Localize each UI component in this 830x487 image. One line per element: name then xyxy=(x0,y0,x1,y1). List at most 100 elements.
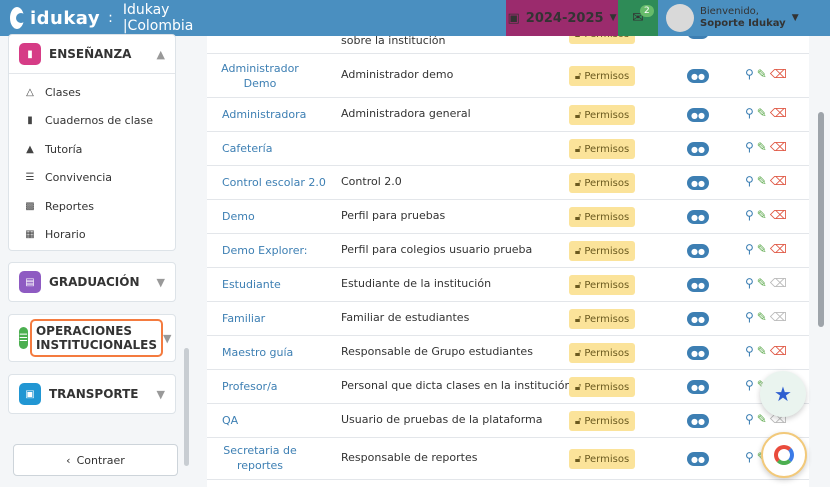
users-icon[interactable] xyxy=(687,36,709,39)
profile-description: Responsable de reportes xyxy=(341,451,478,464)
trash-icon[interactable]: ⌫ xyxy=(770,276,787,290)
pencil-icon[interactable]: ✎ xyxy=(757,276,767,290)
sidebar-item-convivencia[interactable]: ☰ Convivencia xyxy=(9,164,175,193)
section-ensenanza-header[interactable]: ▮ ENSEÑANZA ▲ xyxy=(9,35,175,73)
sidebar-item-cuadernos[interactable]: ▮ Cuadernos de clase xyxy=(9,107,175,136)
permisos-button[interactable]: 🔓︎Permisos xyxy=(569,36,635,44)
trash-icon[interactable]: ⌫ xyxy=(770,242,787,256)
permisos-button[interactable]: 🔓︎Permisos xyxy=(569,207,635,227)
users-icon[interactable]: ●● xyxy=(687,210,709,224)
section-graduacion-header[interactable]: ▤ GRADUACIÓN ▼ xyxy=(9,263,175,301)
profile-name[interactable]: Administradora xyxy=(222,107,306,122)
logo[interactable]: idukay : Idukay |Colombia xyxy=(0,2,200,34)
users-icon[interactable]: ●● xyxy=(687,278,709,292)
pencil-icon[interactable]: ✎ xyxy=(757,310,767,324)
permisos-button[interactable]: 🔓︎Permisos xyxy=(569,105,635,125)
permisos-label: Permisos xyxy=(584,453,630,465)
mail-button[interactable]: ✉ 2 xyxy=(618,0,658,36)
users-icon[interactable]: ●● xyxy=(687,452,709,466)
trash-icon[interactable]: ⌫ xyxy=(770,106,787,120)
permisos-button[interactable]: 🔓︎Permisos xyxy=(569,275,635,295)
pencil-icon[interactable]: ✎ xyxy=(757,67,767,81)
search-plus-icon[interactable]: ⚲ xyxy=(745,378,754,392)
section-ensenanza-label: ENSEÑANZA xyxy=(49,47,132,61)
users-icon[interactable]: ●● xyxy=(687,346,709,360)
pencil-icon[interactable]: ✎ xyxy=(757,412,767,426)
profile-name[interactable]: Maestro guía xyxy=(222,345,293,360)
permisos-label: Permisos xyxy=(584,211,630,223)
sidebar-scrollbar[interactable] xyxy=(184,348,189,466)
profile-name[interactable]: Estudiante xyxy=(222,277,281,292)
users-icon[interactable]: ●● xyxy=(687,244,709,258)
pencil-icon[interactable]: ✎ xyxy=(757,174,767,188)
permisos-button[interactable]: 🔓︎Permisos xyxy=(569,309,635,329)
section-transporte[interactable]: ▣ TRANSPORTE ▼ xyxy=(8,374,176,414)
search-plus-icon[interactable]: ⚲ xyxy=(745,412,754,426)
users-icon[interactable]: ●● xyxy=(687,108,709,122)
profile-name[interactable]: Familiar xyxy=(222,311,265,326)
section-transporte-header[interactable]: ▣ TRANSPORTE ▼ xyxy=(9,375,175,413)
profile-name[interactable]: Control escolar 2.0 xyxy=(222,175,326,190)
document-icon: ▤ xyxy=(19,271,41,293)
search-plus-icon[interactable]: ⚲ xyxy=(745,208,754,222)
search-plus-icon[interactable]: ⚲ xyxy=(745,242,754,256)
trash-icon[interactable]: ⌫ xyxy=(770,344,787,358)
section-operaciones[interactable]: ☰ OPERACIONES INSTITUCIONALES ▼ xyxy=(8,314,176,362)
trash-icon[interactable]: ⌫ xyxy=(770,67,787,81)
section-graduacion[interactable]: ▤ GRADUACIÓN ▼ xyxy=(8,262,176,302)
sidebar-item-horario[interactable]: ▦ Horario xyxy=(9,221,175,250)
pencil-icon[interactable]: ✎ xyxy=(757,208,767,222)
permisos-button[interactable]: 🔓︎Permisos xyxy=(569,411,635,431)
permisos-button[interactable]: 🔓︎Permisos xyxy=(569,343,635,363)
trash-icon[interactable]: ⌫ xyxy=(770,208,787,222)
page-scrollbar[interactable] xyxy=(818,112,824,327)
pencil-icon[interactable]: ✎ xyxy=(757,344,767,358)
permisos-button[interactable]: 🔓︎Permisos xyxy=(569,139,635,159)
users-icon[interactable]: ●● xyxy=(687,414,709,428)
users-icon[interactable]: ●● xyxy=(687,69,709,83)
user-menu[interactable]: Bienvenido, Soporte Idukay ▼ xyxy=(658,0,800,36)
permisos-button[interactable]: 🔓︎Permisos xyxy=(569,173,635,193)
users-icon[interactable]: ●● xyxy=(687,312,709,326)
permisos-button[interactable]: 🔓︎Permisos xyxy=(569,66,635,86)
search-plus-icon[interactable]: ⚲ xyxy=(745,310,754,324)
year-selector[interactable]: ▣ 2024-2025 ▼ xyxy=(506,0,618,36)
search-plus-icon[interactable]: ⚲ xyxy=(745,344,754,358)
search-plus-icon[interactable]: ⚲ xyxy=(745,450,754,464)
profile-name[interactable]: Secretaria de reportes xyxy=(215,443,305,473)
sidebar-item-clases[interactable]: △ Clases xyxy=(9,78,175,107)
trash-icon[interactable]: ⌫ xyxy=(770,140,787,154)
collapse-button[interactable]: ‹ Contraer xyxy=(13,444,178,476)
profile-name[interactable]: Cafetería xyxy=(222,141,272,156)
section-operaciones-header[interactable]: ☰ OPERACIONES INSTITUCIONALES ▼ xyxy=(9,315,175,361)
search-plus-icon[interactable]: ⚲ xyxy=(745,67,754,81)
permisos-button[interactable]: 🔓︎Permisos xyxy=(569,241,635,261)
search-plus-icon[interactable]: ⚲ xyxy=(745,276,754,290)
search-plus-icon[interactable]: ⚲ xyxy=(745,106,754,120)
user-name: Soporte Idukay xyxy=(700,18,786,29)
profile-name[interactable]: Administrador Demo xyxy=(215,61,305,91)
users-icon[interactable]: ●● xyxy=(687,380,709,394)
profile-name[interactable]: Demo xyxy=(222,209,255,224)
search-plus-icon[interactable]: ⚲ xyxy=(745,174,754,188)
pencil-icon[interactable]: ✎ xyxy=(757,242,767,256)
trash-icon[interactable]: ⌫ xyxy=(770,310,787,324)
assistant-button[interactable] xyxy=(761,432,807,478)
profile-name[interactable]: Demo Explorer: xyxy=(222,243,308,258)
pencil-icon[interactable]: ✎ xyxy=(757,106,767,120)
table-row: Administradora Administradora general 🔓︎ Pe… xyxy=(207,98,809,132)
bus-icon: ▣ xyxy=(19,383,41,405)
permisos-button[interactable]: 🔓︎Permisos xyxy=(569,449,635,469)
sidebar-item-reportes[interactable]: ▩ Reportes xyxy=(9,192,175,221)
pencil-icon[interactable]: ✎ xyxy=(757,140,767,154)
users-icon[interactable]: ●● xyxy=(687,142,709,156)
permisos-label: Permisos xyxy=(584,279,630,291)
permisos-button[interactable]: 🔓︎Permisos xyxy=(569,377,635,397)
profile-name[interactable]: QA xyxy=(222,413,238,428)
trash-icon[interactable]: ⌫ xyxy=(770,174,787,188)
users-icon[interactable]: ●● xyxy=(687,176,709,190)
search-plus-icon[interactable]: ⚲ xyxy=(745,140,754,154)
profile-name[interactable]: Profesor/a xyxy=(222,379,278,394)
sidebar-item-tutoria[interactable]: ▲ Tutoría xyxy=(9,135,175,164)
favorites-button[interactable]: ★ xyxy=(760,371,806,417)
